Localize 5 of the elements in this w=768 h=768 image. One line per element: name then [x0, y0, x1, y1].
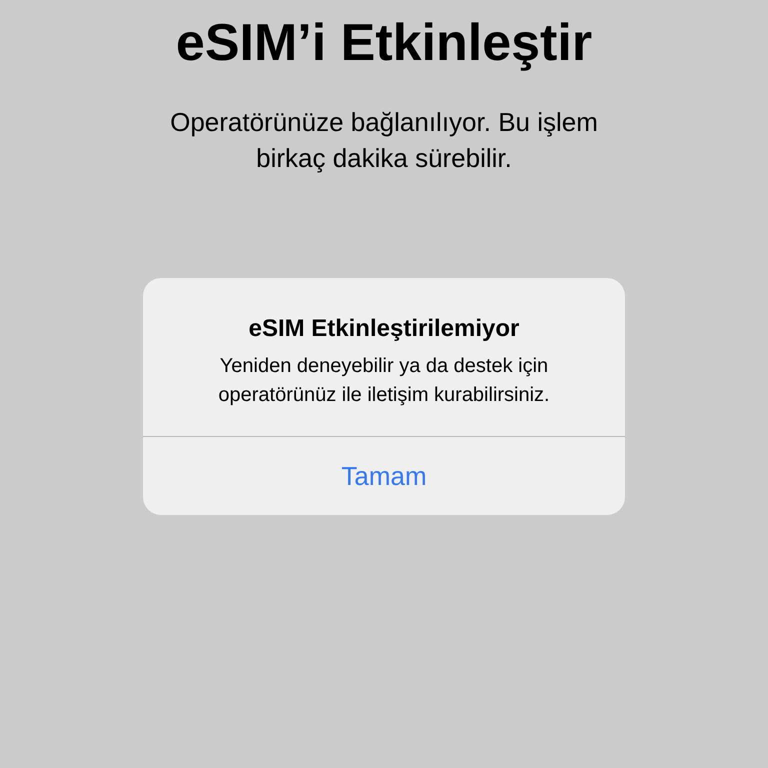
screen-subtitle: Operatörünüze bağlanılıyor. Bu işlem birkaç dakika sürebilir.	[169, 106, 599, 175]
screen-title: eSIM’i Etkinleştir	[176, 13, 592, 74]
alert-title: eSIM Etkinleştirilemiyor	[248, 314, 520, 344]
ok-button[interactable]: Tamam	[143, 437, 625, 515]
alert-message: Yeniden deneyebilir ya da destek için operatörünüz ile iletişim kurabilirsiniz.	[217, 354, 551, 408]
